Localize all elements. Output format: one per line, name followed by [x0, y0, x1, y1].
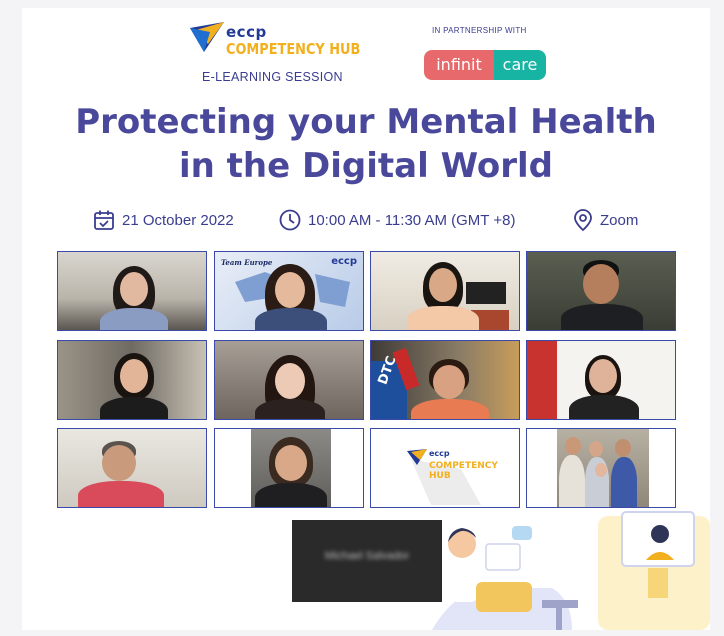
- clock-icon: [279, 209, 301, 231]
- team-europe-eccp-logo: eccp: [331, 256, 357, 267]
- infinitcare-logo-right: care: [494, 50, 546, 80]
- participant-video-tile: DTC: [370, 340, 520, 420]
- event-location-text: Zoom: [600, 211, 639, 229]
- calendar-icon: [94, 210, 114, 230]
- blurred-participant-name: Michael Salvador: [324, 550, 410, 562]
- eccp-logo-icon: [190, 22, 224, 52]
- participant-video-tile: eccp COMPETENCY HUB: [370, 428, 520, 508]
- participant-video-tile: Team Europe eccp: [214, 251, 364, 331]
- team-europe-label: Team Europe: [221, 258, 273, 267]
- participant-video-tile: [214, 340, 364, 420]
- participant-name-tile: Michael Salvador: [292, 520, 442, 602]
- participant-video-tile: [57, 340, 207, 420]
- eccp-logo-text: eccp: [226, 23, 267, 41]
- event-time: 10:00 AM - 11:30 AM (GMT +8): [278, 208, 515, 232]
- partnership-label: IN PARTNERSHIP WITH: [432, 26, 527, 35]
- hub-tile-label: COMPETENCY HUB: [429, 461, 498, 481]
- event-date: 21 October 2022: [92, 208, 234, 232]
- event-date-text: 21 October 2022: [122, 211, 234, 229]
- hub-tile-eccp-text: eccp: [429, 449, 450, 458]
- participant-video-tile: [214, 428, 364, 508]
- session-subtitle: E-LEARNING SESSION: [202, 70, 343, 84]
- participant-video-tile: [526, 251, 676, 331]
- location-pin-icon: [574, 209, 592, 232]
- event-location: Zoom: [572, 208, 638, 232]
- event-title: Protecting your Mental Health in the Dig…: [22, 100, 710, 188]
- video-call-illustration: [432, 511, 710, 630]
- participant-video-tile: [57, 251, 207, 331]
- infinitcare-logo-left: infinit: [424, 50, 494, 80]
- event-time-text: 10:00 AM - 11:30 AM (GMT +8): [308, 211, 516, 229]
- event-title-line2: in the Digital World: [178, 146, 554, 186]
- participant-video-tile: [526, 340, 676, 420]
- participant-video-tile: [526, 428, 676, 508]
- participant-video-tile: [57, 428, 207, 508]
- participant-video-tile: [370, 251, 520, 331]
- event-title-line1: Protecting your Mental Health: [75, 102, 657, 142]
- competency-hub-logo-text: COMPETENCY HUB: [226, 40, 361, 58]
- event-poster: eccp COMPETENCY HUB E-LEARNING SESSION I…: [22, 8, 710, 630]
